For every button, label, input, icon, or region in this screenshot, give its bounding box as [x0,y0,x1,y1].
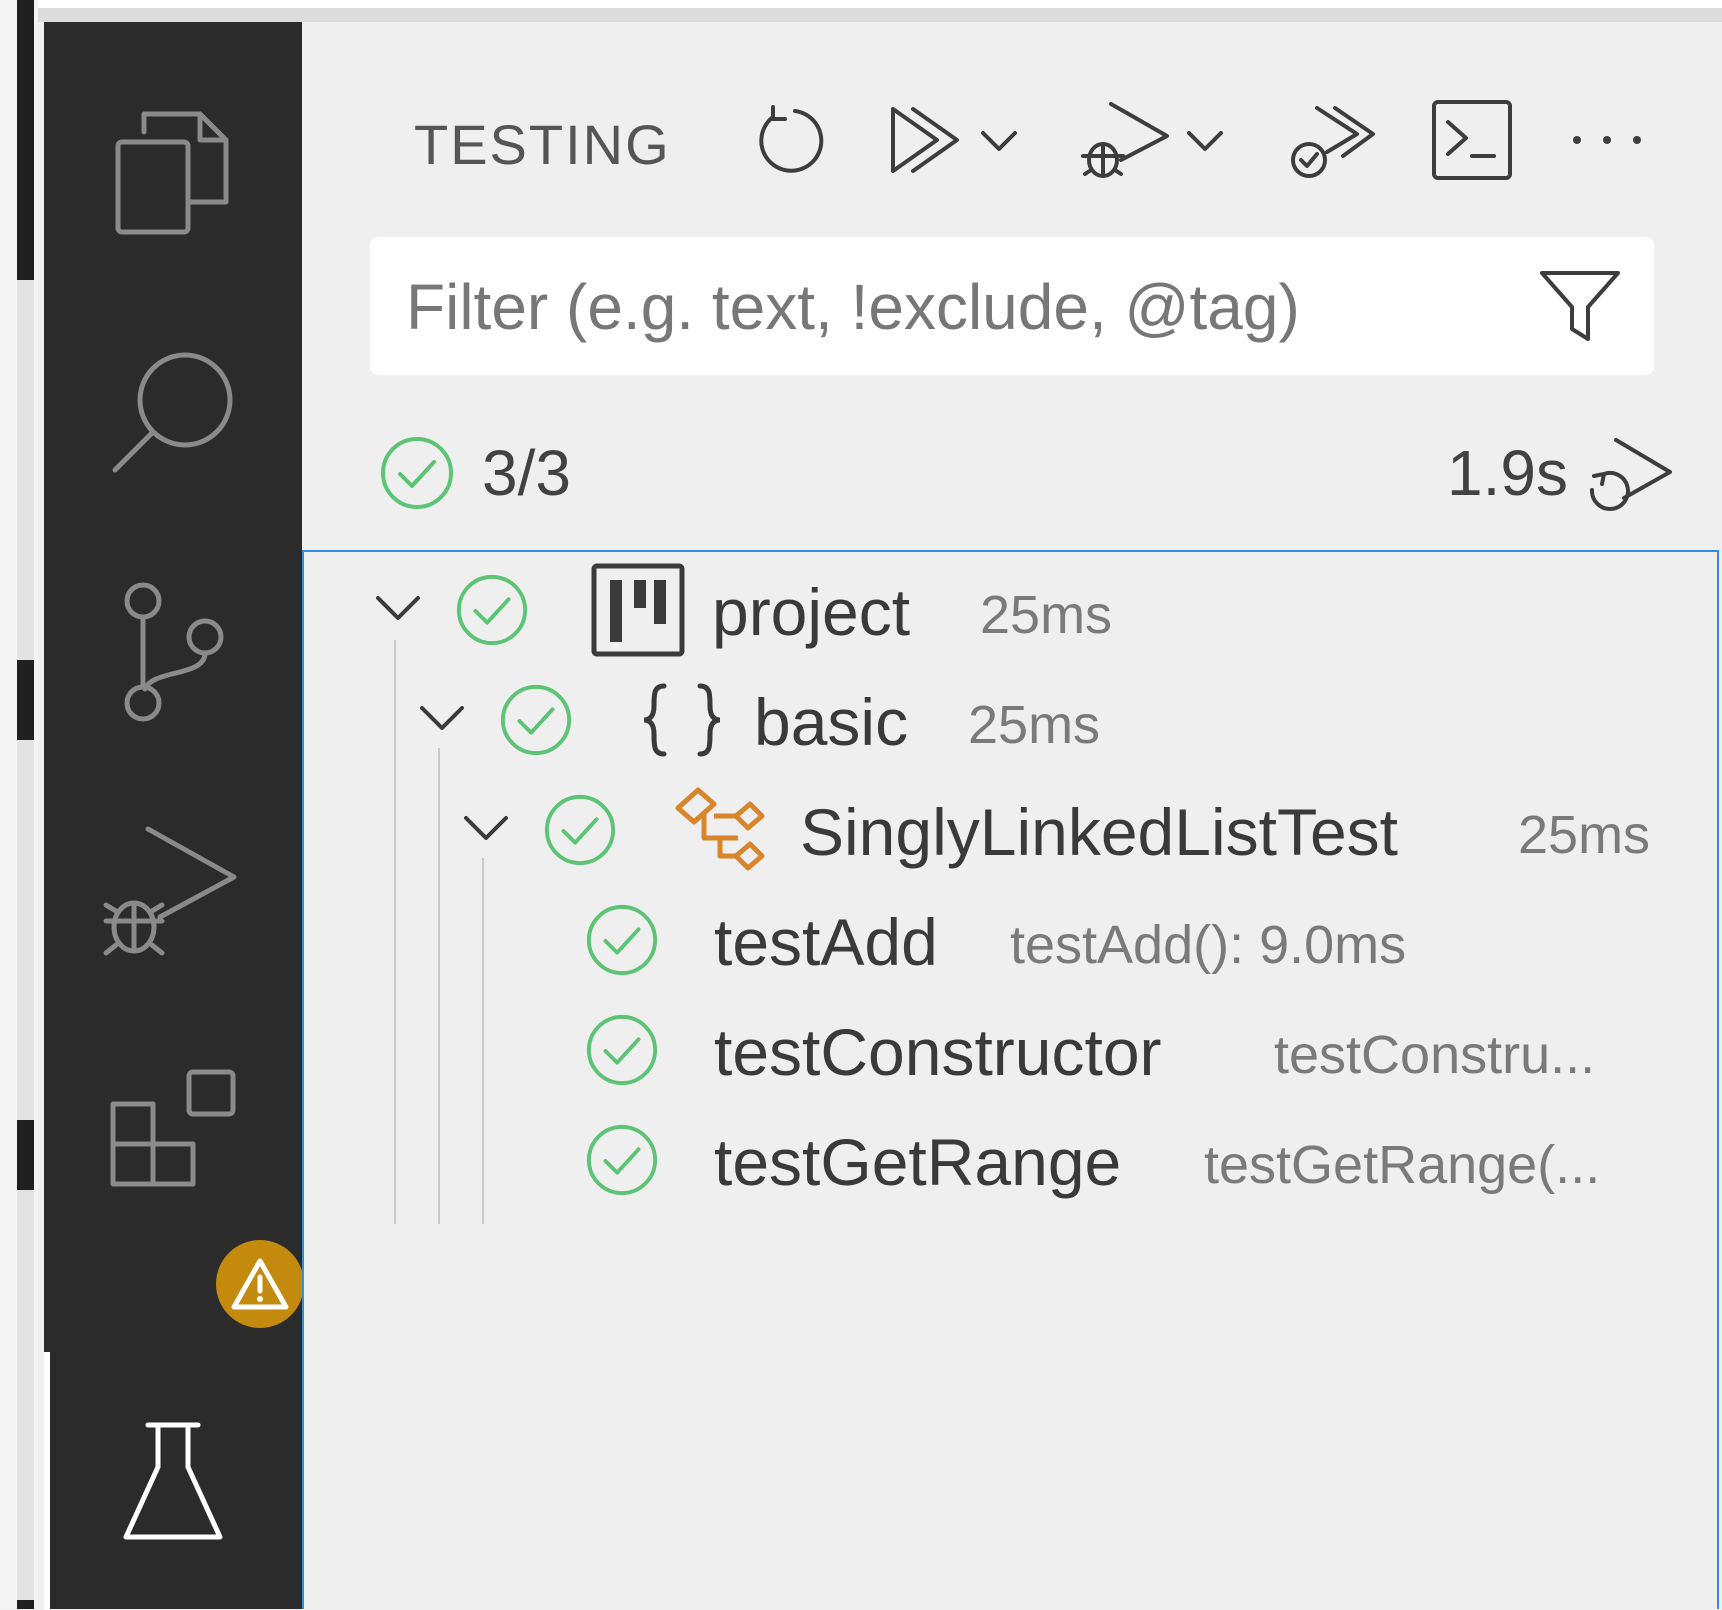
class-icon [675,787,765,871]
continuous-run-icon [1291,106,1375,178]
explorer-button[interactable] [44,72,302,272]
chevron-down-icon [1187,131,1223,151]
tree-item-package[interactable]: basic 25ms [304,662,1721,772]
warning-icon [231,1258,289,1310]
debug-dropdown-button[interactable] [1180,96,1230,184]
terminal-icon [1432,100,1512,180]
results-summary: 3/3 1.9s [370,422,1680,522]
pass-count: 3/3 [482,437,571,509]
filter-icon[interactable] [1538,267,1622,343]
namespace-icon [643,683,721,757]
chevron-down-icon[interactable] [458,800,514,856]
pass-icon [586,904,658,976]
testing-panel: TESTING Filter (e.g. text, !exclude, @ta… [302,22,1722,1609]
panel-header: TESTING [302,74,1722,204]
more-actions-button[interactable] [1552,96,1662,184]
filter-input[interactable] [406,267,1506,347]
chevron-down-icon [981,131,1017,151]
warning-badge [216,1240,304,1328]
tree-item-label: project [712,575,911,649]
search-button[interactable] [44,312,302,512]
tree-item-description: 25ms [980,585,1113,645]
project-icon [591,563,685,657]
tree-item-description: 25ms [968,695,1101,755]
source-control-button[interactable] [44,552,302,752]
refresh-icon [759,105,824,173]
extensions-icon [110,1069,236,1187]
run-all-tests-button[interactable] [882,96,972,184]
tree-item-class[interactable]: SinglyLinkedListTest 25ms [304,772,1721,882]
testing-button[interactable] [44,1382,302,1582]
activity-bar [44,22,304,1610]
debug-all-tests-button[interactable] [1074,96,1174,184]
run-debug-icon [103,826,237,956]
refresh-tests-button[interactable] [742,96,842,184]
beaker-icon [123,1422,223,1540]
search-icon [112,352,233,473]
pass-icon [586,1014,658,1086]
chevron-down-icon[interactable] [370,580,426,636]
window-top-bar [38,0,1722,22]
tree-item-label: testConstructor [714,1015,1162,1089]
rerun-icon[interactable] [1580,432,1676,518]
tree-item-test[interactable]: testAdd testAdd(): 9.0ms [304,882,1721,992]
filter-box [370,237,1654,375]
files-icon [115,111,229,235]
pass-icon [586,1124,658,1196]
tree-item-project[interactable]: project 25ms [304,552,1721,662]
run-duration: 1.9s [1447,437,1568,509]
tree-item-label: basic [754,685,909,759]
tree-item-test[interactable]: testGetRange testGetRange(... [304,1102,1721,1212]
tree-item-label: SinglyLinkedListTest [800,795,1398,869]
source-control-icon [124,582,224,722]
debug-all-icon [1081,102,1169,178]
extensions-button[interactable] [44,1032,302,1232]
show-output-button[interactable] [1422,96,1522,184]
test-tree: project 25ms basic 25ms SinglyLinkedList… [302,550,1719,1609]
continuous-run-button[interactable] [1282,96,1382,184]
tree-item-description: testGetRange(... [1204,1135,1601,1195]
pass-icon [456,574,528,646]
tree-item-description: 25ms [1518,805,1651,865]
run-all-icon [891,107,959,173]
tree-item-description: testAdd(): 9.0ms [1010,915,1407,975]
panel-title: TESTING [414,113,671,176]
run-dropdown-button[interactable] [974,96,1024,184]
pass-icon [500,684,572,756]
left-edge-strip [0,0,38,1609]
pass-icon [544,794,616,866]
tree-item-description: testConstru... [1274,1025,1596,1085]
run-debug-button[interactable] [44,792,302,992]
tree-item-label: testAdd [714,905,938,979]
tree-item-label: testGetRange [714,1125,1122,1199]
chevron-down-icon[interactable] [414,690,470,746]
tree-item-test[interactable]: testConstructor testConstru... [304,992,1721,1102]
pass-icon [381,437,453,509]
more-icon [1573,136,1641,144]
